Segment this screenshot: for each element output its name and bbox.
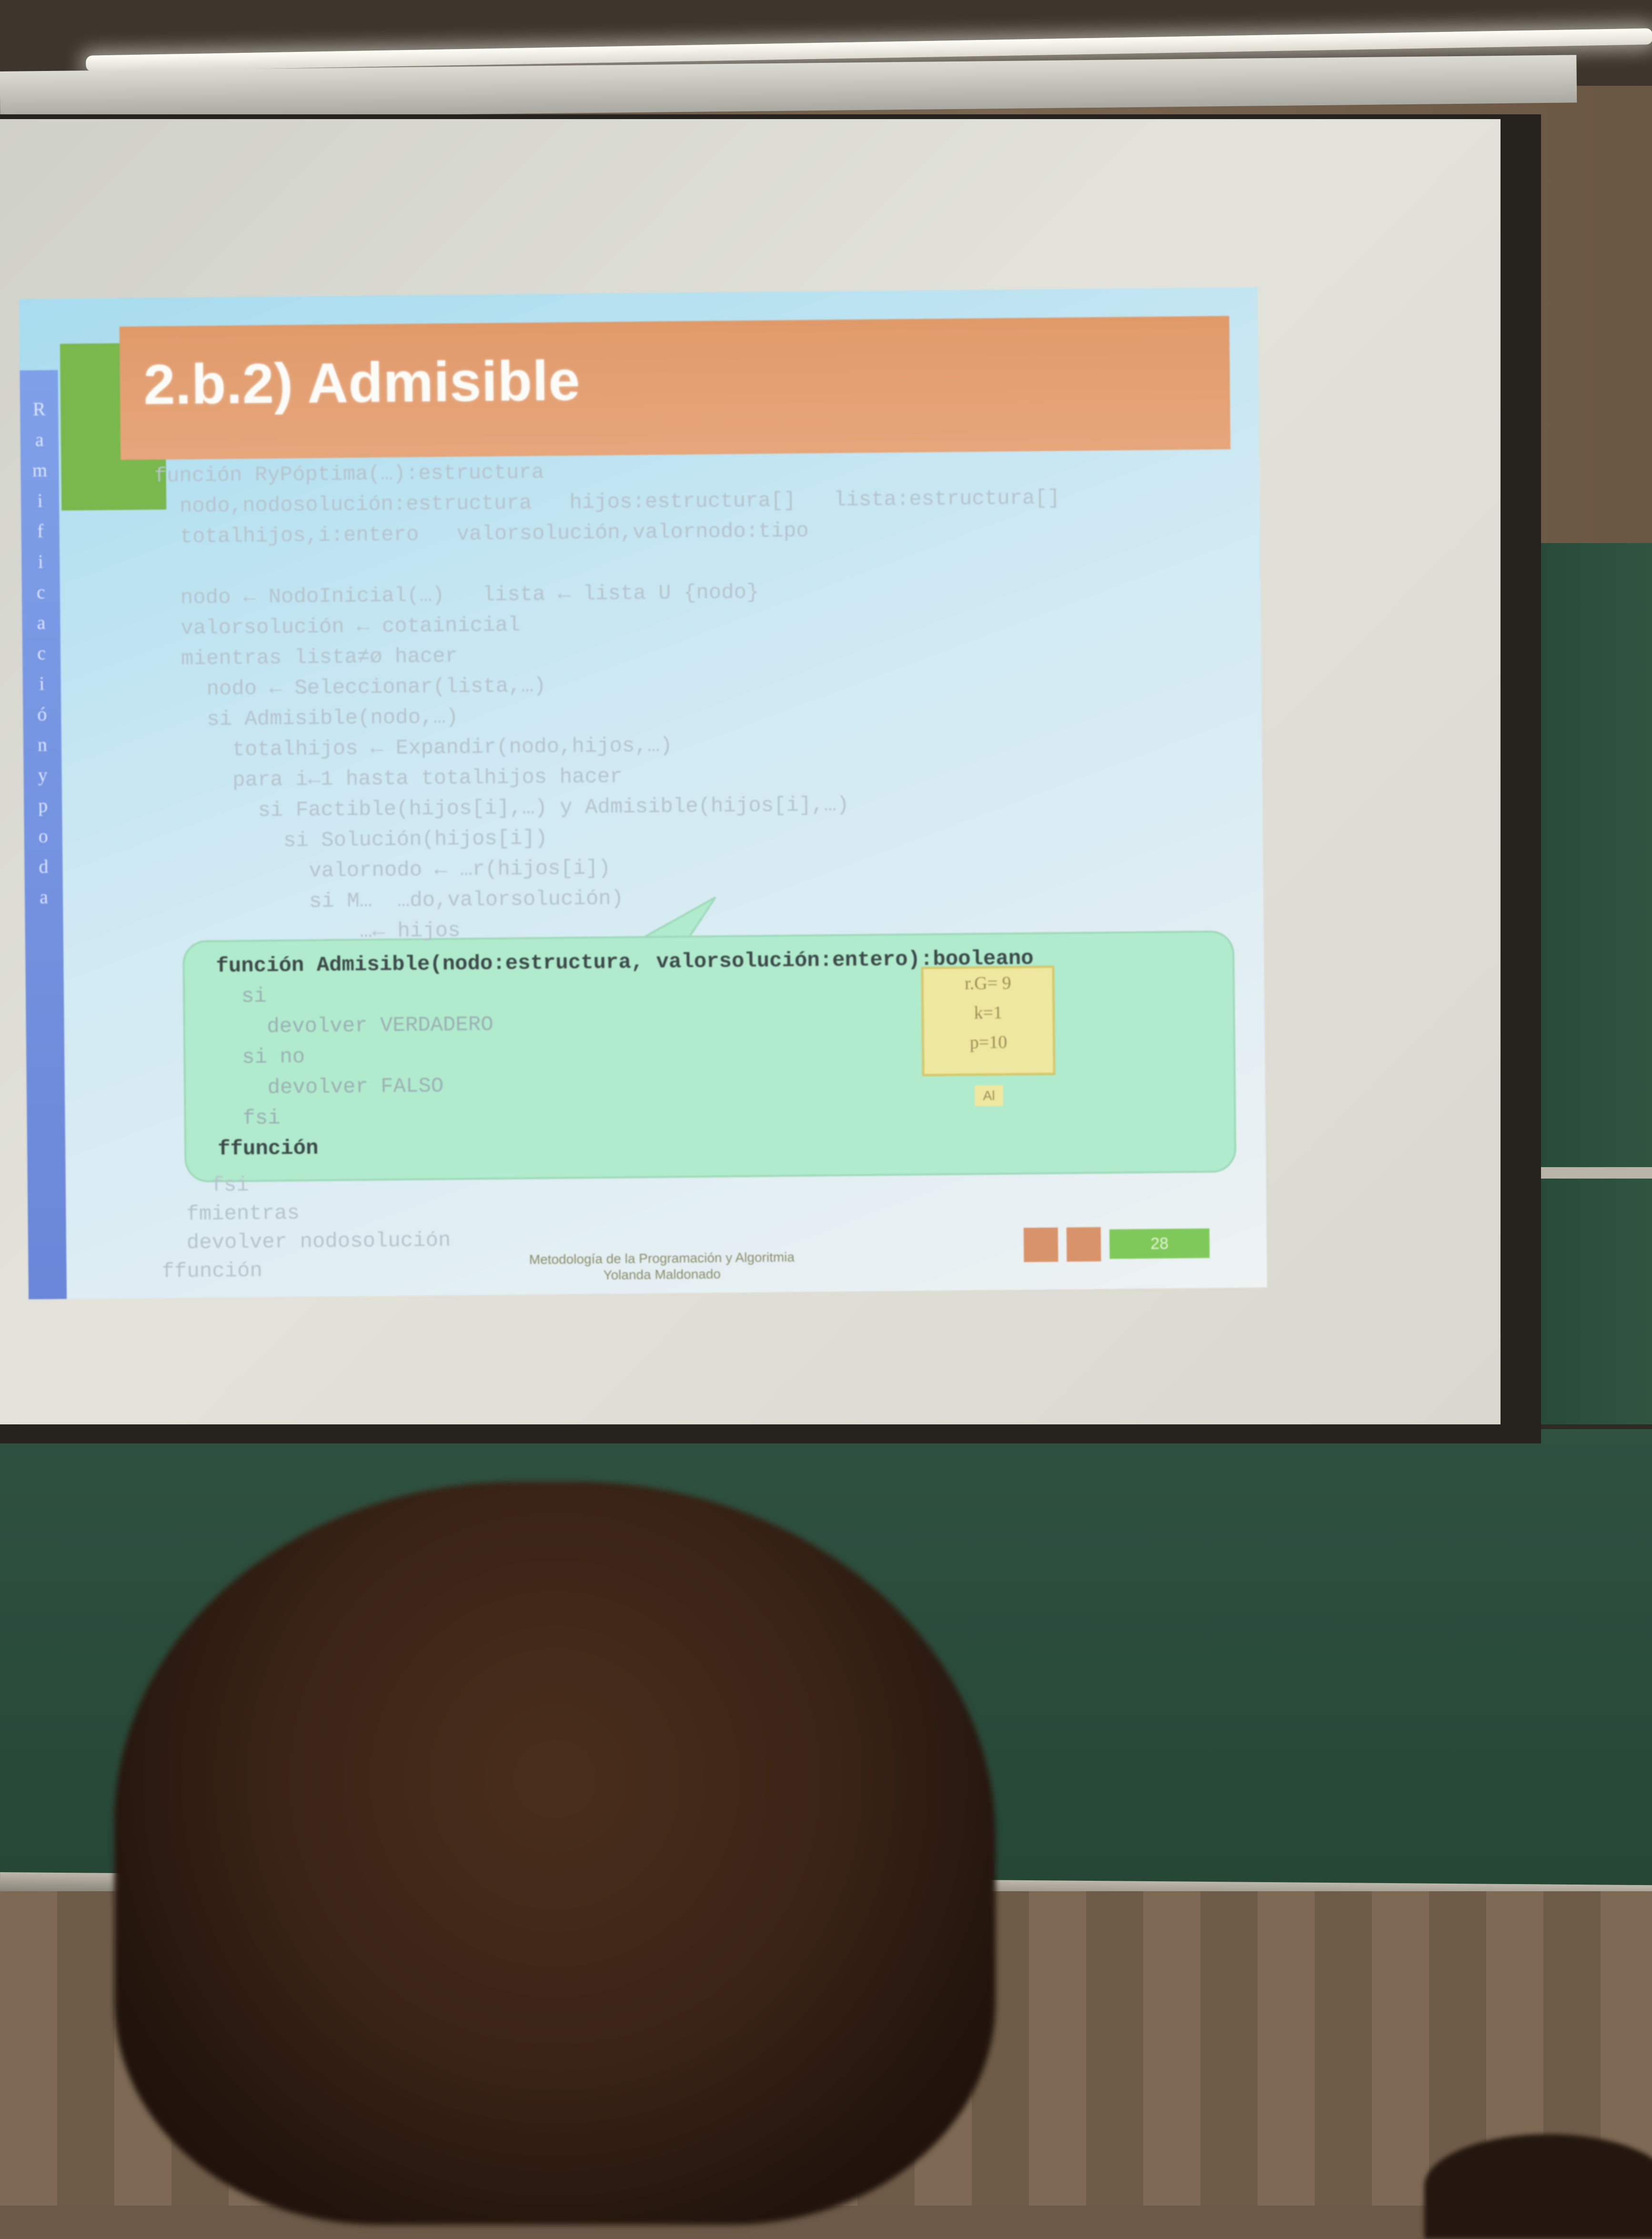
slide-title: 2.b.2) Admisible: [143, 349, 581, 417]
code-line: totalhijos ← Expandir(nodo,hijos,…): [156, 734, 673, 763]
sidebar-letter: p: [38, 794, 48, 817]
sidebar-letter: a: [35, 429, 44, 451]
sidebar-letter: i: [38, 551, 44, 573]
code-line: devolver nodosolución: [161, 1228, 451, 1255]
nav-prev-square: [1023, 1227, 1058, 1262]
code-line: valorsolución ← cotainicial: [155, 613, 521, 641]
sidebar-letter: i: [39, 673, 45, 695]
tree-line: p=10: [969, 1032, 1007, 1053]
callout-code-line: ffunción: [217, 1136, 319, 1161]
code-line: …← hijos: [158, 918, 461, 946]
code-line: si Solución(hijos[i]): [157, 826, 548, 854]
callout-code-line: si: [216, 984, 267, 1009]
sidebar-letter: y: [38, 764, 48, 786]
code-line: nodo,nodosolución:estructura hijos:estru…: [154, 486, 1060, 519]
code-line: nodo ← NodoInicial(…) lista ← lista U {n…: [155, 580, 759, 610]
code-line: fmientras: [161, 1201, 300, 1227]
sidebar-vertical-text: Ramificaciónypoda: [20, 370, 63, 913]
code-line: para i←1 hasta totalhijos hacer: [157, 765, 623, 793]
slide-footer: Metodología de la Programación y Algorit…: [495, 1249, 829, 1284]
code-line: si M… …do,valorsolución): [158, 887, 624, 915]
code-line: ffunción: [161, 1259, 263, 1284]
nav-next-square: [1066, 1227, 1101, 1262]
footer-course: Metodología de la Programación y Algorit…: [529, 1249, 795, 1267]
footer-author: Yolanda Maldonado: [603, 1266, 721, 1282]
sidebar-letter: a: [39, 886, 49, 908]
sidebar-letter: ó: [37, 703, 47, 725]
code-line: nodo ← Seleccionar(lista,…): [156, 674, 546, 702]
chalk-rail-right: [1529, 1167, 1652, 1179]
sidebar-letter: f: [37, 520, 44, 542]
callout-code-line: devolver FALSO: [217, 1074, 444, 1100]
code-line: si Factible(hijos[i],…) y Admisible(hijo…: [157, 793, 849, 824]
sidebar-letter: c: [37, 642, 46, 664]
projected-slide: Ramificaciónypoda 2.b.2) Admisible r.G= …: [19, 287, 1268, 1300]
sidebar-letter: a: [37, 612, 46, 634]
sidebar-letter: n: [37, 734, 48, 756]
tree-line: k=1: [974, 1002, 1003, 1023]
callout-code-line: si no: [217, 1045, 305, 1070]
sidebar-letter: R: [32, 398, 46, 420]
code-line: función RyPóptima(…):estructura: [154, 460, 544, 488]
second-viewer-head: [1424, 2134, 1652, 2239]
sidebar-letter: d: [39, 855, 49, 877]
code-line: mientras lista≠ø hacer: [156, 644, 458, 671]
callout-code-line: fsi: [217, 1106, 281, 1131]
code-line: valornodo ← …r(hijos[i]): [158, 856, 611, 885]
tree-child-node: Al: [974, 1085, 1004, 1107]
sidebar-letter: c: [36, 581, 45, 603]
sidebar-letter: o: [38, 825, 49, 847]
code-line: totalhijos,i:entero valorsolución,valorn…: [154, 519, 809, 549]
code-line: fsi: [161, 1173, 249, 1198]
tree-node-box: r.G= 9 k=1 p=10: [921, 965, 1056, 1077]
callout-code-line: devolver VERDADERO: [216, 1013, 494, 1039]
viewer-head: [114, 1482, 996, 2225]
code-line: si Admisible(nodo,…): [156, 705, 459, 732]
sidebar-letter: m: [32, 459, 48, 481]
slide-page-number: 28: [1109, 1228, 1210, 1259]
tree-line: r.G= 9: [964, 973, 1011, 994]
sidebar-letter: i: [37, 490, 43, 512]
